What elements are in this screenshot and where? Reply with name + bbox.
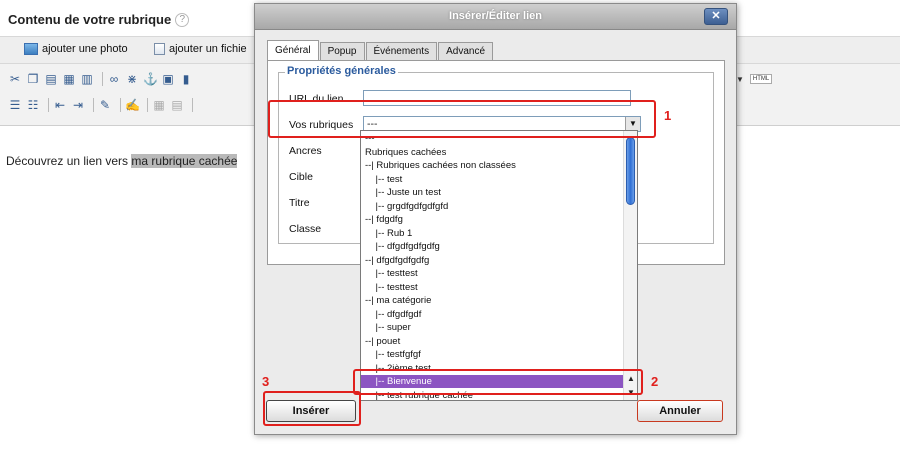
annotation-box-insert [263, 391, 361, 426]
image-icon[interactable]: ▣ [161, 72, 175, 86]
dialog-titlebar[interactable]: Insérer/Éditer lien ✕ [255, 4, 736, 30]
dialog-tabs: Général Popup Événements Advancé [267, 40, 494, 60]
toolbar-divider [48, 98, 49, 112]
media-icon[interactable]: ▮ [179, 72, 193, 86]
dropdown-option[interactable]: |-- dfgdfgdf [361, 308, 624, 321]
scrollbar-thumb[interactable] [626, 137, 635, 205]
anchors-label: Ancres [289, 145, 322, 157]
editor-content[interactable]: Découvrez un lien vers ma rubrique caché… [6, 154, 238, 168]
annotation-number-3: 3 [262, 374, 270, 389]
dropdown-scrollbar[interactable]: ▲ ▼ [623, 131, 637, 400]
paste-word-icon[interactable]: ▥ [80, 72, 94, 86]
target-label: Cible [289, 171, 313, 183]
dropdown-option[interactable]: --| ma catégorie [361, 294, 624, 307]
page-title-text: Contenu de votre rubrique [8, 12, 172, 27]
content-highlight: ma rubrique cachée [131, 154, 238, 168]
cancel-button[interactable]: Annuler [637, 400, 723, 422]
copy-icon[interactable]: ❐ [26, 72, 40, 86]
add-file-label: ajouter un fichie [169, 43, 247, 55]
dropdown-option[interactable]: |-- grgdfgdfgdfgfd [361, 200, 624, 213]
annotation-number-2: 2 [651, 374, 659, 389]
photo-icon [24, 43, 38, 55]
title-label: Titre [289, 197, 310, 209]
add-photo-button[interactable]: ajouter une photo [24, 43, 128, 55]
tab-events[interactable]: Événements [365, 42, 438, 60]
dropdown-option[interactable]: |-- testtest [361, 267, 624, 280]
dropdown-option[interactable]: |-- Juste un test [361, 186, 624, 199]
tab-popup[interactable]: Popup [319, 42, 365, 60]
paste-text-icon[interactable]: ▦ [62, 72, 76, 86]
dropdown-option[interactable]: --| dfgdfgdfgdfg [361, 254, 624, 267]
unlink-icon[interactable]: ⋇ [125, 72, 139, 86]
add-file-button[interactable]: ajouter un fichie [154, 43, 247, 55]
dialog-title: Insérer/Éditer lien [449, 10, 542, 22]
table-icon[interactable]: ▦ [152, 98, 166, 112]
dropdown-option[interactable]: |-- Rub 1 [361, 227, 624, 240]
table-props-icon[interactable]: ▤ [170, 98, 184, 112]
bullet-list-icon[interactable]: ☰ [8, 98, 22, 112]
link-icon[interactable]: ∞ [107, 72, 121, 86]
dropdown-option[interactable]: --| Rubriques cachées non classées [361, 159, 624, 172]
toolbar-row-1: ✂ ❐ ▤ ▦ ▥ ∞ ⋇ ⚓ ▣ ▮ [8, 72, 197, 86]
content-prefix: Découvrez un lien vers [6, 154, 132, 168]
chevron-down-icon[interactable]: ▼ [736, 75, 744, 84]
annotation-number-1: 1 [664, 108, 672, 123]
numbered-list-icon[interactable]: ☷ [26, 98, 40, 112]
toolbar-divider [102, 72, 103, 86]
toolbar-divider [147, 98, 148, 112]
edit-icon[interactable]: ✍ [125, 98, 140, 112]
dropdown-option[interactable]: --| fdgdfg [361, 213, 624, 226]
dropdown-option[interactable]: |-- test [361, 173, 624, 186]
tab-general[interactable]: Général [267, 40, 319, 60]
annotation-box-selection [353, 369, 643, 395]
html-source-button[interactable]: HTML [749, 74, 773, 84]
indent-icon[interactable]: ⇥ [71, 98, 85, 112]
toolbar-right: ▼ HTML [736, 74, 773, 84]
toolbar-divider [192, 98, 193, 112]
paste-icon[interactable]: ▤ [44, 72, 58, 86]
annotation-box-rubriques [268, 100, 656, 138]
dropdown-option[interactable]: |-- dfgdfgdfgdfg [361, 240, 624, 253]
dropdown-option[interactable]: --| pouet [361, 335, 624, 348]
rubriques-dropdown-list[interactable]: --- Rubriques cachées --| Rubriques cachée… [360, 130, 638, 401]
tab-advanced[interactable]: Advancé [438, 42, 494, 60]
outdent-icon[interactable]: ⇤ [53, 98, 67, 112]
dropdown-option[interactable]: Rubriques cachées [361, 146, 624, 159]
anchor-icon[interactable]: ⚓ [143, 72, 158, 86]
close-icon[interactable]: ✕ [704, 8, 728, 25]
toolbar-row-2: ☰ ☷ ⇤ ⇥ ✎ ✍ ▦ ▤ [8, 98, 197, 112]
toolbar-divider [120, 98, 121, 112]
file-icon [154, 43, 165, 55]
fieldset-legend: Propriétés générales [285, 65, 398, 77]
dropdown-option[interactable]: |-- testfgfgf [361, 348, 624, 361]
dropdown-option[interactable]: |-- testtest [361, 281, 624, 294]
cleanup-icon[interactable]: ✎ [98, 98, 112, 112]
page-title: Contenu de votre rubrique ? [8, 12, 190, 27]
add-photo-label: ajouter une photo [42, 43, 128, 55]
dropdown-option[interactable]: |-- super [361, 321, 624, 334]
class-label: Classe [289, 223, 322, 235]
help-icon[interactable]: ? [175, 12, 190, 27]
toolbar-divider [93, 98, 94, 112]
cut-icon[interactable]: ✂ [8, 72, 22, 86]
